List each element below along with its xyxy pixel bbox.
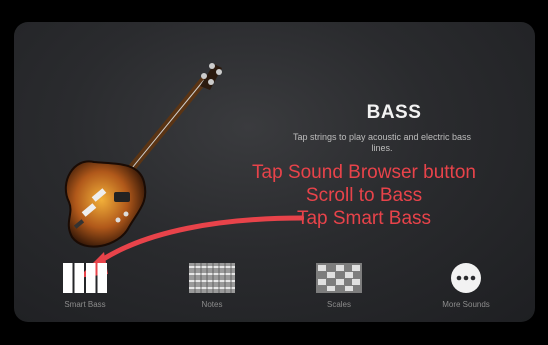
scales-grid-icon <box>284 262 394 294</box>
instrument-tiles: Smart Bass Notes Scales More Sounds <box>14 262 535 322</box>
notes-label: Notes <box>201 300 223 309</box>
annotation-step-2: Scroll to Bass <box>305 185 423 206</box>
scales-label: Scales <box>326 300 351 309</box>
more-dots-icon <box>411 262 521 294</box>
notes-tile[interactable]: Notes <box>157 262 267 318</box>
scales-tile[interactable]: Scales <box>284 262 394 318</box>
instrument-screen: BASS Tap strings to play acoustic and el… <box>14 22 535 322</box>
more-sounds-tile[interactable]: More Sounds <box>411 262 521 318</box>
notes-grid-icon <box>157 262 267 294</box>
smart-bass-icon <box>30 262 140 294</box>
smart-bass-label: Smart Bass <box>64 300 106 309</box>
more-sounds-label: More Sounds <box>442 300 490 309</box>
smart-bass-tile[interactable]: Smart Bass <box>30 262 140 318</box>
annotation-step-1: Tap Sound Browser button <box>252 162 476 183</box>
instrument-title: BASS <box>366 102 422 123</box>
instrument-subtitle: Tap strings to play acoustic and electri… <box>292 132 472 153</box>
